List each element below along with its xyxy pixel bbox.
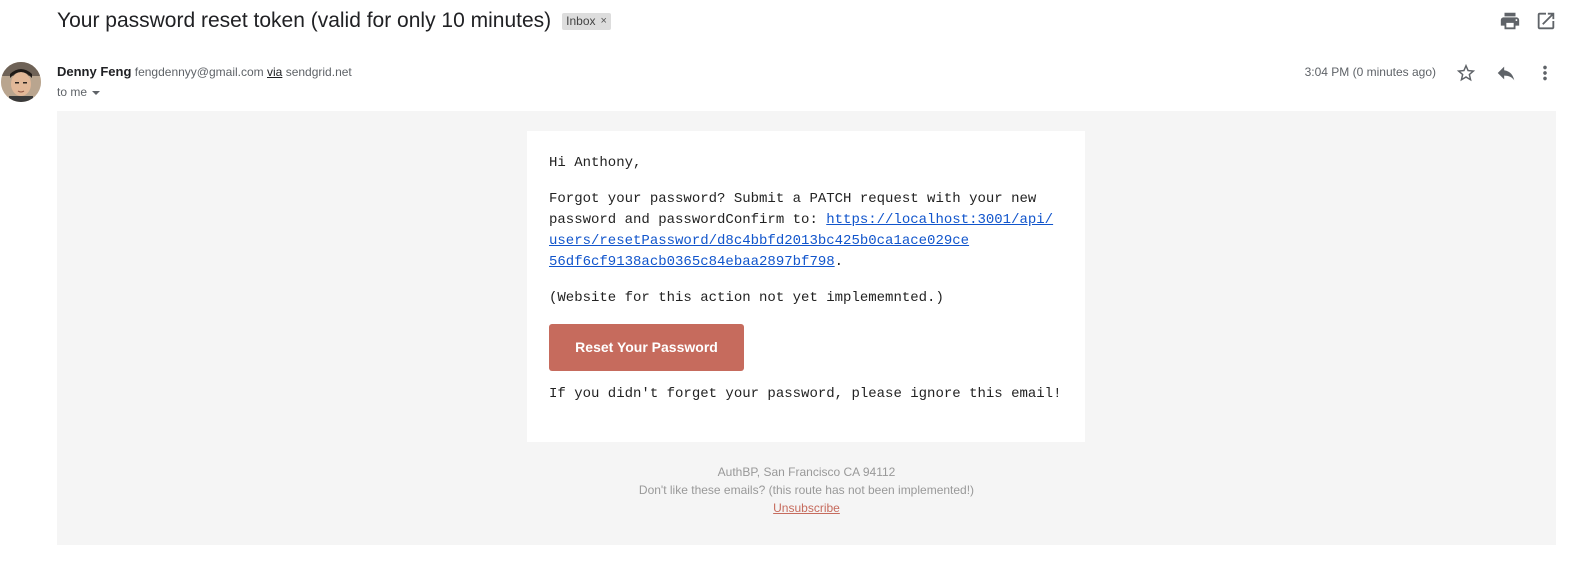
sender-avatar[interactable] bbox=[1, 62, 41, 102]
closing: If you didn't forget your password, plea… bbox=[549, 386, 1062, 402]
unsubscribe-link[interactable]: Unsubscribe bbox=[773, 501, 840, 515]
sender-email: fengdennyy@gmail.com bbox=[134, 65, 264, 79]
note: (Website for this action not yet impleme… bbox=[549, 290, 944, 306]
print-icon[interactable] bbox=[1499, 10, 1521, 32]
label-text: Inbox bbox=[566, 13, 596, 28]
message-card: Hi Anthony, Forgot your password? Submit… bbox=[527, 131, 1085, 442]
email-subject: Your password reset token (valid for onl… bbox=[57, 9, 552, 32]
reply-icon[interactable] bbox=[1495, 62, 1517, 84]
footer-address: AuthBP, San Francisco CA 94112 bbox=[717, 465, 896, 479]
link-period: . bbox=[834, 254, 844, 270]
sender-line: Denny Feng fengdennyy@gmail.com via send… bbox=[57, 64, 352, 79]
recipient-text: to me bbox=[57, 85, 88, 99]
inbox-label-chip[interactable]: Inbox × bbox=[562, 12, 611, 30]
chevron-down-icon bbox=[92, 91, 101, 95]
recipient-details-toggle[interactable]: to me bbox=[57, 85, 101, 99]
email-footer: AuthBP, San Francisco CA 94112 Don't lik… bbox=[57, 463, 1556, 517]
intro-paragraph: Forgot your password? Submit a PATCH req… bbox=[549, 189, 1063, 273]
sender-name[interactable]: Denny Feng bbox=[57, 64, 131, 79]
via-link[interactable]: via bbox=[267, 65, 282, 79]
more-vertical-icon[interactable] bbox=[1534, 62, 1556, 84]
greeting: Hi Anthony, bbox=[549, 155, 642, 171]
footer-disclaimer: Don't like these emails? (this route has… bbox=[638, 483, 975, 497]
open-in-new-window-icon[interactable] bbox=[1535, 10, 1557, 32]
star-icon[interactable] bbox=[1455, 62, 1477, 84]
email-body: Hi Anthony, Forgot your password? Submit… bbox=[57, 111, 1556, 545]
remove-label-icon[interactable]: × bbox=[601, 15, 607, 27]
subject-row: Your password reset token (valid for onl… bbox=[57, 7, 611, 35]
timestamp: 3:04 PM (0 minutes ago) bbox=[1304, 65, 1436, 79]
reset-password-button[interactable]: Reset Your Password bbox=[549, 324, 744, 371]
via-domain: sendgrid.net bbox=[285, 65, 352, 79]
